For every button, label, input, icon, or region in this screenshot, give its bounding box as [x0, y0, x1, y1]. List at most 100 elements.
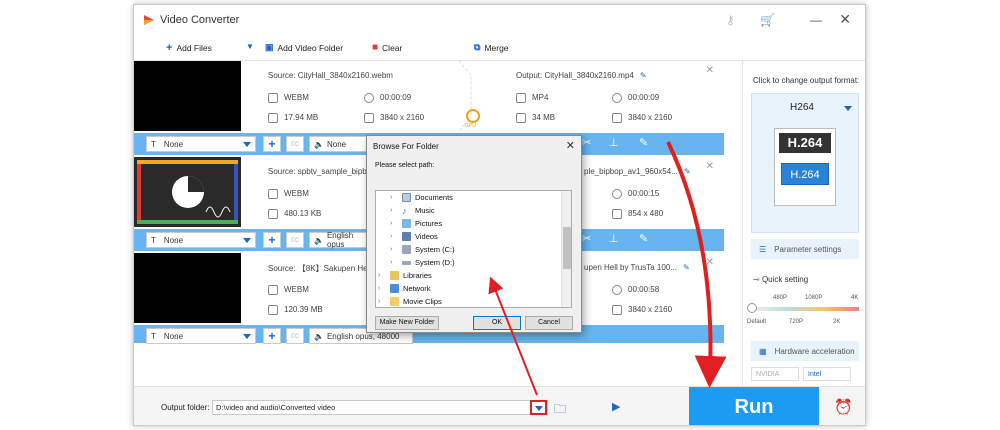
- subtitle-select[interactable]: T None: [146, 232, 256, 248]
- tree-item-videos[interactable]: › Videos: [390, 232, 438, 241]
- src-resolution: 3840 x 2160: [364, 113, 424, 123]
- nvidia-toggle[interactable]: NVIDIA: [751, 367, 799, 381]
- key-icon[interactable]: ⚷: [726, 13, 735, 27]
- remove-item-icon[interactable]: ✕: [706, 161, 714, 172]
- add-video-folder-button[interactable]: ▣ Add Video Folder: [265, 42, 343, 53]
- clock-icon: [364, 93, 374, 103]
- tree-scrollbar[interactable]: [561, 191, 571, 307]
- audio-select[interactable]: 🔈 English opus: [309, 231, 369, 249]
- edit-icon[interactable]: ✎: [639, 232, 648, 245]
- tree-item-system-d[interactable]: › System (D:): [390, 258, 455, 267]
- text-icon: T: [151, 331, 156, 341]
- clock-icon: [612, 93, 622, 103]
- remove-item-icon[interactable]: ✕: [706, 257, 714, 268]
- run-button[interactable]: Run: [689, 387, 819, 425]
- dialog-prompt: Please select path:: [375, 162, 435, 169]
- src-format: WEBM: [268, 189, 309, 199]
- audio-select[interactable]: 🔈 None: [309, 136, 369, 152]
- crop-icon[interactable]: ⊥: [609, 136, 619, 149]
- output-name: Output: CityHall_3840x2160.mp4 ✎: [516, 71, 647, 80]
- parameter-settings-button[interactable]: ☰ Parameter settings: [751, 239, 859, 259]
- add-subtitle-button[interactable]: +: [263, 328, 281, 344]
- tree-item-pictures[interactable]: › Pictures: [390, 219, 442, 228]
- quick-setting-label: ⊸ Quick setting: [753, 275, 809, 284]
- cc-icon[interactable]: cc: [286, 136, 304, 152]
- add-subtitle-button[interactable]: +: [263, 136, 281, 152]
- remove-item-icon[interactable]: ✕: [706, 65, 714, 76]
- drive-icon: [402, 245, 411, 254]
- video-clip-icon[interactable]: ▶: [612, 400, 620, 413]
- output-folder-input[interactable]: D:\video and audio\Converted video: [212, 400, 548, 415]
- edit-pencil-icon[interactable]: ✎: [683, 263, 690, 272]
- video-thumbnail[interactable]: [134, 61, 241, 131]
- merge-icon: ⧉: [474, 42, 481, 52]
- subtitle-select[interactable]: T None: [146, 136, 256, 152]
- hardware-acceleration-button[interactable]: ▦ Hardware acceleration: [751, 341, 859, 361]
- output-folder-dropdown[interactable]: [530, 400, 547, 415]
- cancel-button[interactable]: Cancel: [525, 316, 573, 330]
- src-size: 17.94 MB: [268, 113, 318, 123]
- chip-icon: ▦: [759, 346, 767, 356]
- video-thumbnail[interactable]: [134, 253, 241, 323]
- tree-item-music[interactable]: › ♪ Music: [390, 206, 435, 216]
- clear-button[interactable]: ■ Clear: [372, 42, 402, 53]
- dialog-close-icon[interactable]: ✕: [566, 139, 575, 152]
- add-files-dropdown[interactable]: ▼: [246, 42, 254, 51]
- effects-icon[interactable]: ✂: [582, 232, 591, 245]
- add-video-folder-label: Add Video Folder: [277, 42, 344, 53]
- add-files-label: Add Files: [176, 43, 212, 53]
- tree-item-network[interactable]: › Network: [378, 284, 431, 293]
- dialog-title: Browse For Folder: [373, 142, 439, 151]
- intel-toggle[interactable]: Intel: [803, 367, 851, 381]
- edit-icon[interactable]: ✎: [639, 136, 648, 149]
- edit-pencil-icon[interactable]: ✎: [640, 71, 647, 80]
- cc-icon[interactable]: cc: [286, 328, 304, 344]
- output-folder-label: Output folder:: [161, 403, 210, 412]
- out-duration: 00:00:58: [612, 285, 659, 295]
- caret-down-icon: [243, 238, 251, 243]
- trash-icon: ■: [372, 42, 379, 53]
- tree-item-documents[interactable]: › Documents: [390, 193, 453, 202]
- ok-button[interactable]: OK: [473, 316, 521, 330]
- folder-plus-icon: ▣: [265, 42, 274, 52]
- video-thumbnail[interactable]: [134, 157, 241, 227]
- edit-pencil-icon[interactable]: ✎: [684, 167, 691, 176]
- src-duration: 00:00:09: [364, 93, 411, 103]
- tree-item-movie-clips[interactable]: › Movie Clips: [378, 297, 442, 306]
- src-size: 120.39 MB: [268, 305, 323, 315]
- open-folder-icon[interactable]: 🗀: [554, 400, 566, 421]
- close-icon[interactable]: ✕: [839, 11, 851, 28]
- scrollbar-thumb[interactable]: [563, 227, 571, 269]
- browse-folder-dialog: Browse For Folder ✕ Please select path: …: [366, 135, 582, 333]
- file-icon: [268, 305, 278, 315]
- alarm-clock-icon[interactable]: ⏰: [834, 398, 853, 416]
- out-resolution: 854 x 480: [612, 209, 663, 219]
- merge-button[interactable]: ⧉ Merge: [474, 42, 509, 53]
- add-files-button[interactable]: + Add Files: [166, 42, 212, 54]
- text-icon: T: [151, 139, 156, 149]
- crop-icon[interactable]: ⊥: [609, 232, 619, 245]
- format-badge-bottom: H.264: [781, 163, 829, 185]
- tree-item-libraries[interactable]: › Libraries: [378, 271, 432, 280]
- output-format-card[interactable]: H264 H.264 H.264: [751, 93, 859, 233]
- tree-item-system-c[interactable]: › System (C:): [390, 245, 455, 254]
- clear-label: Clear: [382, 42, 403, 53]
- videos-icon: [402, 232, 411, 241]
- libraries-icon: [390, 271, 399, 280]
- chevron-right-icon: ›: [390, 259, 393, 266]
- cart-icon[interactable]: 🛒: [760, 13, 775, 27]
- out-resolution: 3840 x 2160: [612, 113, 672, 123]
- subtitle-select[interactable]: T None: [146, 328, 256, 344]
- file-icon: [516, 113, 526, 123]
- cc-icon[interactable]: cc: [286, 232, 304, 248]
- quality-slider-knob[interactable]: [747, 303, 757, 313]
- output-name: ple_bipbop_av1_960x54... ✎: [584, 167, 691, 176]
- minimize-icon[interactable]: —: [810, 13, 822, 27]
- make-new-folder-button[interactable]: Make New Folder: [375, 316, 439, 330]
- quality-slider-track[interactable]: [751, 307, 859, 311]
- source-name: Source: 【8K】Sakupen He: [268, 264, 368, 273]
- effects-icon[interactable]: ✂: [582, 136, 591, 149]
- folder-tree: › Documents › ♪ Music › Pictures › Videos › Sy…: [375, 190, 572, 308]
- add-subtitle-button[interactable]: +: [263, 232, 281, 248]
- chevron-right-icon: ›: [378, 298, 381, 305]
